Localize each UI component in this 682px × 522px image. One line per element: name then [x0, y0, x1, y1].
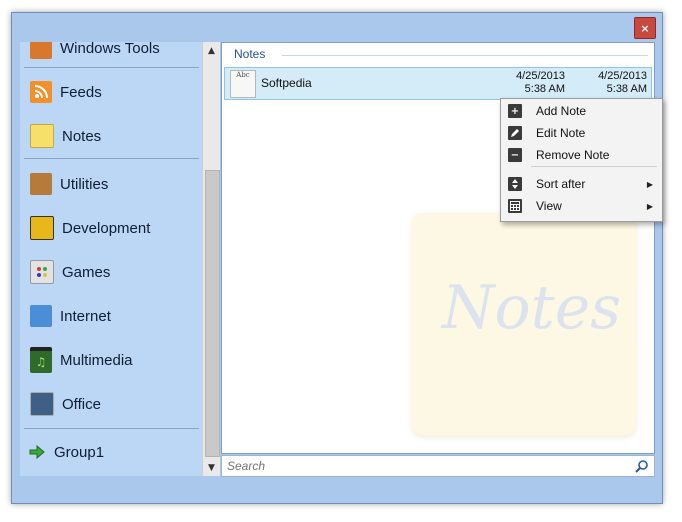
scroll-thumb[interactable]: [205, 170, 220, 457]
header-divider: [282, 55, 648, 56]
note-document-icon: Abc: [230, 70, 256, 98]
menu-item-sort-after[interactable]: Sort after ▶: [501, 173, 662, 195]
notes-icon: [30, 124, 54, 148]
search-box: [221, 455, 655, 477]
sidebar-item-label: Group1: [54, 443, 105, 461]
watermark-text: Notes: [442, 273, 622, 343]
sidebar-item-label: Development: [62, 219, 151, 237]
sidebar-divider: [24, 428, 199, 429]
sidebar-item-multimedia[interactable]: ♫ Multimedia: [30, 342, 200, 378]
close-button[interactable]: ×: [634, 17, 656, 39]
section-title: Notes: [234, 47, 266, 61]
menu-item-label: Remove Note: [536, 148, 610, 162]
submenu-arrow-icon: ▶: [646, 201, 653, 211]
note-created: 4/25/2013 5:38 AM: [505, 70, 565, 96]
note-modified: 4/25/2013 5:38 AM: [587, 70, 647, 96]
rss-feed-icon: [30, 81, 52, 103]
note-icon-text: Abc: [236, 71, 250, 79]
menu-item-remove-note[interactable]: − Remove Note: [501, 144, 662, 166]
sidebar-item-label: Multimedia: [60, 351, 133, 369]
sidebar-scrollbar[interactable]: ▲ ▼: [202, 42, 220, 476]
menu-item-label: View: [536, 199, 562, 213]
sidebar-item-games[interactable]: Games: [30, 254, 200, 290]
sidebar-item-feeds[interactable]: Feeds: [30, 74, 200, 110]
sidebar-item-label: Windows Tools: [60, 42, 160, 57]
menu-item-label: Edit Note: [536, 126, 586, 140]
pencil-icon: [508, 126, 522, 140]
modified-date: 4/25/2013: [598, 70, 647, 82]
utilities-icon: [30, 173, 52, 195]
note-list-item[interactable]: Abc Softpedia 4/25/2013 5:38 AM 4/25/201…: [224, 67, 652, 100]
minus-icon: −: [508, 148, 522, 162]
sidebar-item-label: Notes: [62, 127, 102, 145]
sidebar-item-label: Internet: [60, 307, 111, 325]
close-icon: ×: [640, 21, 650, 35]
sidebar-item-label: Utilities: [60, 175, 109, 193]
green-arrow-icon: [28, 441, 46, 463]
sidebar-divider: [24, 67, 199, 68]
search-icon[interactable]: [635, 459, 649, 473]
modified-time: 5:38 AM: [606, 83, 647, 95]
sort-icon: [508, 177, 522, 191]
notes-watermark: Notes: [412, 213, 636, 435]
sidebar-item-internet[interactable]: Internet: [30, 298, 200, 334]
construction-icon: [30, 216, 54, 240]
sidebar-item-utilities[interactable]: Utilities: [30, 166, 200, 202]
menu-item-label: Add Note: [536, 104, 587, 118]
sidebar-item-label: Office: [62, 395, 101, 413]
sidebar-item-notes[interactable]: Notes: [30, 118, 200, 154]
scroll-up-arrow-icon[interactable]: ▲: [203, 42, 220, 59]
note-title: Softpedia: [261, 76, 312, 90]
scroll-down-arrow-icon[interactable]: ▼: [203, 459, 220, 476]
sidebar-item-development[interactable]: Development: [30, 210, 200, 246]
submenu-arrow-icon: ▶: [646, 179, 653, 189]
sidebar-divider: [24, 158, 199, 159]
windows-tools-icon: [30, 42, 52, 59]
created-date: 4/25/2013: [516, 70, 565, 82]
view-grid-icon: [508, 199, 522, 213]
office-icon: [30, 392, 54, 416]
menu-item-add-note[interactable]: + Add Note: [501, 100, 662, 122]
created-time: 5:38 AM: [524, 83, 565, 95]
context-menu: + Add Note Edit Note − Remove Note Sort …: [500, 98, 663, 222]
sidebar: Windows Tools Feeds Notes Utilities Deve…: [20, 42, 202, 476]
plus-icon: +: [508, 104, 522, 118]
sidebar-item-office[interactable]: Office: [30, 386, 200, 422]
sidebar-item-group1[interactable]: Group1: [28, 434, 198, 470]
menu-item-edit-note[interactable]: Edit Note: [501, 122, 662, 144]
menu-item-label: Sort after: [536, 177, 586, 191]
search-input[interactable]: [225, 457, 629, 475]
games-icon: [30, 260, 54, 284]
menu-item-view[interactable]: View ▶: [501, 195, 662, 217]
multimedia-icon: ♫: [30, 347, 52, 373]
sidebar-item-windows-tools[interactable]: Windows Tools: [30, 42, 200, 66]
menu-divider: [531, 166, 657, 167]
sidebar-item-label: Games: [62, 263, 111, 281]
sidebar-item-label: Feeds: [60, 83, 102, 101]
internet-icon: [30, 305, 52, 327]
